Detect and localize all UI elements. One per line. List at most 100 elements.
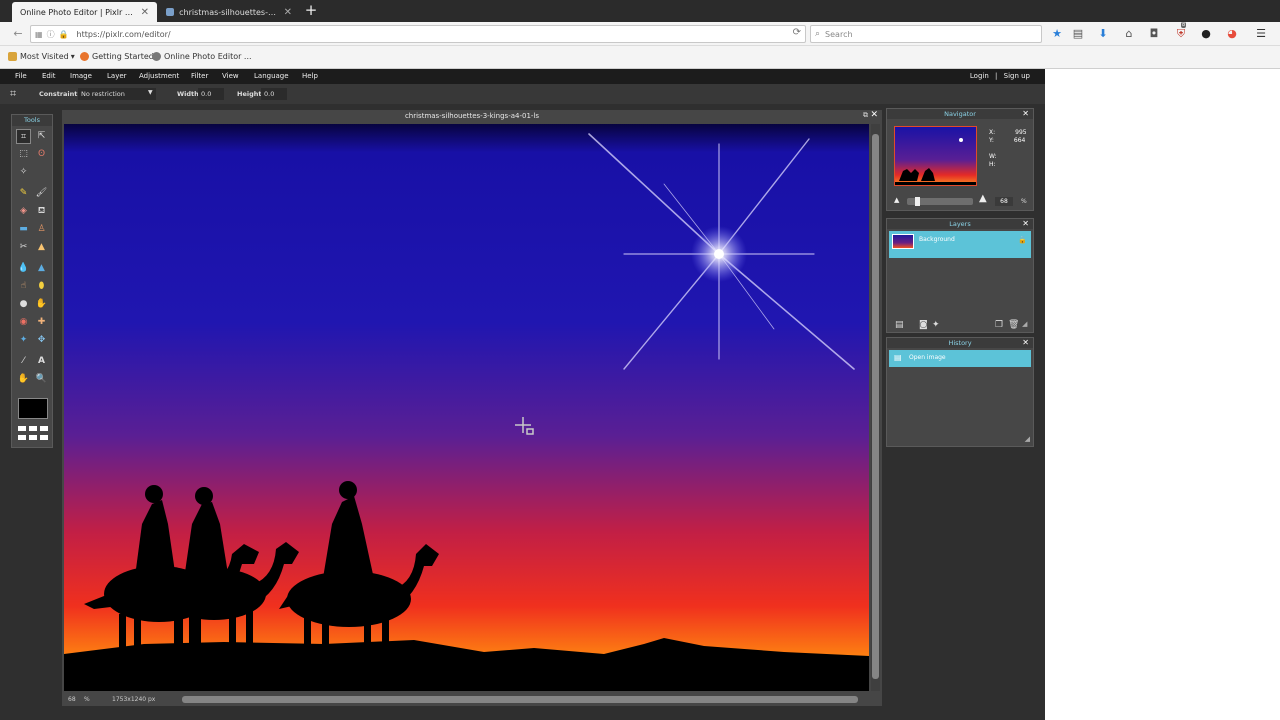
h-label: H:: [989, 161, 996, 168]
menu-filter[interactable]: Filter: [191, 72, 208, 80]
search-input[interactable]: ⌕ Search: [810, 25, 1042, 43]
slider-knob[interactable]: [915, 197, 920, 206]
magic-wand-tool-icon[interactable]: ✧: [16, 165, 31, 180]
history-item[interactable]: ▤ Open image: [889, 350, 1031, 367]
layer-effects-icon[interactable]: ✦: [932, 320, 940, 330]
bloat-tool-icon[interactable]: ✦: [16, 333, 31, 348]
resize-grip-icon[interactable]: ◢: [1025, 435, 1030, 443]
menu-adjustment[interactable]: Adjustment: [139, 72, 179, 80]
pencil-tool-icon[interactable]: ✎: [16, 186, 31, 201]
blur-tool-icon[interactable]: 💧: [16, 261, 31, 276]
pocket-icon[interactable]: ◘: [1147, 27, 1161, 41]
signup-link[interactable]: Sign up: [1004, 72, 1030, 80]
url-bar[interactable]: ▦ ⓘ 🔒 https://pixlr.com/editor/ ⟳: [30, 25, 806, 43]
star-folder-icon: [8, 52, 17, 61]
foreground-color-swatch[interactable]: [18, 398, 48, 419]
crop-tool-icon[interactable]: ⌗: [16, 129, 31, 144]
drawing-tool-icon[interactable]: ▲: [34, 240, 49, 255]
addon-shield-icon[interactable]: ⛨ 8: [1174, 22, 1188, 41]
reading-list-icon[interactable]: ▤: [1071, 27, 1085, 41]
sponge-tool-icon[interactable]: ⬮: [34, 279, 49, 294]
move-tool-icon[interactable]: ⇱: [34, 129, 49, 144]
zoom-value[interactable]: 68: [68, 696, 76, 703]
close-icon[interactable]: ✕: [1022, 338, 1029, 348]
menu-language[interactable]: Language: [254, 72, 289, 80]
eraser-tool-icon[interactable]: ◈: [16, 204, 31, 219]
addon-circle-icon[interactable]: ●: [1199, 27, 1213, 41]
burn-tool-icon[interactable]: ✋: [34, 297, 49, 312]
hamburger-menu-icon[interactable]: ☰: [1254, 27, 1268, 41]
color-replace-tool-icon[interactable]: ✂: [16, 240, 31, 255]
hand-tool-icon[interactable]: ✋: [16, 372, 31, 387]
dodge-tool-icon[interactable]: ●: [16, 297, 31, 312]
x-value: 995: [1015, 129, 1027, 136]
image-canvas[interactable]: [64, 124, 869, 691]
navigator-thumbnail[interactable]: [894, 126, 977, 186]
new-tab-button[interactable]: +: [304, 3, 318, 18]
new-layer-icon[interactable]: ❐: [995, 320, 1003, 330]
home-icon[interactable]: ⌂: [1122, 27, 1136, 41]
width-input[interactable]: 0.0: [198, 88, 224, 100]
search-placeholder: Search: [825, 29, 853, 39]
layer-mask-icon[interactable]: ◙: [919, 320, 928, 330]
brush-tool-icon[interactable]: 🖌: [34, 186, 49, 201]
back-arrow-icon[interactable]: ←: [10, 26, 26, 42]
horizontal-scrollbar[interactable]: [182, 696, 858, 703]
height-input[interactable]: 0.0: [261, 88, 287, 100]
layer-settings-icon[interactable]: ▤: [895, 320, 904, 330]
chevron-down-icon[interactable]: ▼: [148, 89, 153, 96]
download-icon[interactable]: ⬇: [1096, 27, 1110, 41]
layer-name: Background: [919, 236, 955, 243]
tools-panel: Tools ⌗ ⇱ ⬚ ʘ ✧ ✎ 🖌 ◈ ⛾ ▬ ♙ ✂ ▲ 💧 ▲ ☝ ⬮ …: [11, 114, 53, 448]
tab-close-icon[interactable]: ✕: [141, 7, 149, 18]
zoom-in-icon[interactable]: ▲: [979, 193, 987, 204]
menu-image[interactable]: Image: [70, 72, 92, 80]
marquee-tool-icon[interactable]: ⬚: [16, 147, 31, 162]
paint-bucket-tool-icon[interactable]: ⛾: [34, 204, 49, 219]
pinch-tool-icon[interactable]: ✥: [34, 333, 49, 348]
info-icon[interactable]: ⓘ: [47, 29, 55, 40]
bookmark-most-visited[interactable]: Most Visited ▾: [8, 52, 75, 61]
vertical-scrollbar[interactable]: [871, 124, 880, 691]
tab-image-file[interactable]: christmas-silhouettes-3-king... ✕: [158, 2, 300, 22]
close-icon[interactable]: ✕: [1022, 219, 1029, 229]
lasso-tool-icon[interactable]: ʘ: [34, 147, 49, 162]
reload-icon[interactable]: ⟳: [793, 27, 801, 38]
red-eye-tool-icon[interactable]: ◉: [16, 315, 31, 330]
menu-help[interactable]: Help: [302, 72, 318, 80]
addon-color-icon[interactable]: ◕: [1225, 27, 1239, 41]
bookmark-getting-started[interactable]: Getting Started: [80, 52, 154, 61]
tab-close-icon[interactable]: ✕: [284, 7, 292, 18]
scrollbar-thumb[interactable]: [872, 134, 879, 679]
menu-edit[interactable]: Edit: [42, 72, 56, 80]
zoom-input[interactable]: 68: [995, 197, 1013, 206]
globe-icon: [152, 52, 161, 61]
menu-file[interactable]: File: [15, 72, 27, 80]
clone-stamp-tool-icon[interactable]: ♙: [34, 222, 49, 237]
y-value: 664: [1013, 137, 1026, 144]
login-link[interactable]: Login: [970, 72, 989, 80]
zoom-slider[interactable]: [907, 197, 973, 206]
gradient-tool-icon[interactable]: ▬: [16, 222, 31, 237]
layer-row[interactable]: Background 🔒: [889, 231, 1031, 258]
lock-icon[interactable]: 🔒: [1018, 236, 1027, 244]
tab-pixlr-editor[interactable]: Online Photo Editor | Pixlr Editor... ✕: [12, 2, 157, 22]
close-icon[interactable]: ✕: [1022, 109, 1029, 119]
maximize-icon[interactable]: ⧉: [863, 111, 868, 120]
bookmark-online-photo-editor[interactable]: Online Photo Editor ...: [152, 52, 252, 61]
constraint-select[interactable]: No restriction: [78, 88, 156, 100]
smudge-tool-icon[interactable]: ☝: [16, 279, 31, 294]
zoom-out-icon[interactable]: ▲: [894, 196, 899, 204]
menu-layer[interactable]: Layer: [107, 72, 127, 80]
bookmark-star-icon[interactable]: ★: [1050, 27, 1064, 41]
sharpen-tool-icon[interactable]: ▲: [34, 261, 49, 276]
trash-icon[interactable]: 🗑: [1008, 320, 1019, 330]
color-picker-tool-icon[interactable]: ⁄: [16, 354, 31, 369]
text-tool-icon[interactable]: A: [34, 354, 49, 369]
zoom-tool-icon[interactable]: 🔍: [34, 372, 49, 387]
close-icon[interactable]: ✕: [870, 110, 878, 120]
spot-heal-tool-icon[interactable]: ✚: [34, 315, 49, 330]
resize-grip-icon[interactable]: ◢: [1022, 320, 1027, 328]
menu-view[interactable]: View: [222, 72, 239, 80]
panel-title-text: Navigator: [944, 110, 976, 118]
